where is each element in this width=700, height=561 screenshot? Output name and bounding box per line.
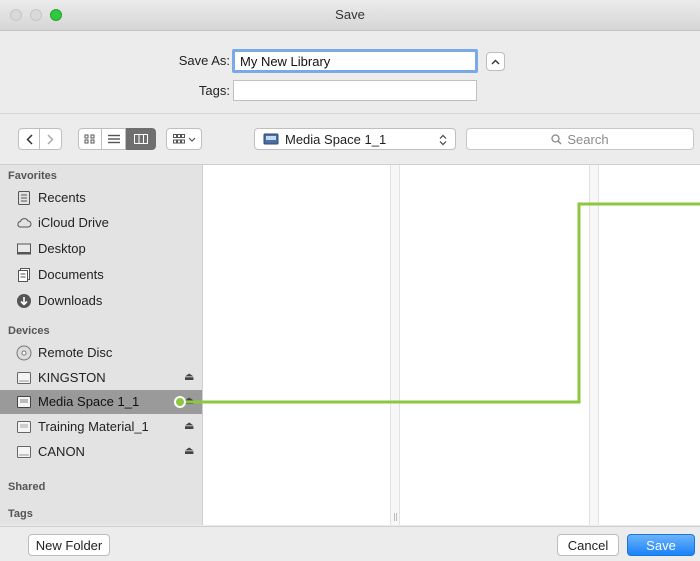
updown-arrows-icon <box>439 134 447 146</box>
title-bar: Save <box>0 0 700 31</box>
icon-view-icon <box>84 134 95 144</box>
sidebar-item-desktop[interactable]: Desktop <box>0 237 202 261</box>
list-view-button[interactable] <box>102 128 126 150</box>
sidebar-item-media-space[interactable]: Media Space 1_1 ⏏ <box>0 390 202 414</box>
eject-icon[interactable]: ⏏ <box>184 419 194 432</box>
save-as-label: Save As: <box>178 53 230 68</box>
icloud-icon <box>17 218 32 228</box>
sidebar-item-label: CANON <box>38 444 85 459</box>
sidebar-item-label: iCloud Drive <box>38 215 109 230</box>
sidebar-item-recents[interactable]: Recents <box>0 186 202 210</box>
sidebar-item-label: Documents <box>38 267 104 282</box>
column-view-button[interactable] <box>126 128 156 150</box>
sidebar-item-icloud-drive[interactable]: iCloud Drive <box>0 211 202 235</box>
drive-icon <box>17 421 31 433</box>
eject-icon[interactable]: ⏏ <box>184 444 194 457</box>
column-divider[interactable] <box>589 165 599 525</box>
disc-icon <box>16 345 32 361</box>
documents-icon <box>18 268 30 282</box>
sidebar-item-documents[interactable]: Documents <box>0 263 202 287</box>
sidebar-item-training-material[interactable]: Training Material_1 ⏏ <box>0 415 202 439</box>
back-button[interactable] <box>18 128 40 150</box>
forward-button[interactable] <box>40 128 62 150</box>
location-label: Media Space 1_1 <box>285 131 387 147</box>
sidebar-item-label: Media Space 1_1 <box>38 394 140 409</box>
column-resize-handle[interactable] <box>394 513 397 521</box>
sidebar-item-kingston[interactable]: KINGSTON ⏏ <box>0 366 202 390</box>
sidebar-item-label: Downloads <box>38 293 103 308</box>
chevron-left-icon <box>25 133 33 145</box>
eject-icon[interactable]: ⏏ <box>184 370 194 383</box>
search-field[interactable]: Search <box>466 128 694 150</box>
browser-toolbar: Media Space 1_1 Search <box>0 114 700 165</box>
browser-column-3[interactable] <box>599 165 700 525</box>
shared-header: Shared <box>8 481 46 493</box>
drive-icon <box>17 372 31 384</box>
sidebar-item-downloads[interactable]: Downloads <box>0 289 202 313</box>
sidebar-item-label: Remote Disc <box>38 345 113 360</box>
save-button[interactable]: Save <box>627 534 695 556</box>
search-placeholder: Search <box>567 131 609 147</box>
sidebar-item-label: KINGSTON <box>38 370 106 385</box>
chevron-up-icon <box>491 59 500 65</box>
sidebar-item-label: Recents <box>38 190 86 205</box>
gallery-view-icon <box>172 134 185 144</box>
desktop-icon <box>17 243 31 255</box>
save-header: Save As: Tags: <box>0 31 700 114</box>
devices-header: Devices <box>8 325 50 337</box>
sidebar-item-remote-disc[interactable]: Remote Disc <box>0 341 202 365</box>
browser-column-2[interactable] <box>400 165 589 525</box>
sidebar: Favorites Recents iCloud Drive Desktop D… <box>0 165 203 525</box>
column-divider[interactable] <box>390 165 400 525</box>
collapse-dialog-button[interactable] <box>486 52 505 71</box>
chevron-right-icon <box>47 133 54 145</box>
column-view-icon <box>133 134 148 144</box>
favorites-header: Favorites <box>8 170 57 182</box>
drive-icon <box>17 396 31 408</box>
new-folder-button[interactable]: New Folder <box>28 534 110 556</box>
sidebar-item-label: Desktop <box>38 241 86 256</box>
drive-icon <box>17 446 31 458</box>
cancel-button[interactable]: Cancel <box>557 534 619 556</box>
downloads-icon <box>17 294 31 308</box>
annotation-dot <box>174 396 186 408</box>
sidebar-item-label: Training Material_1 <box>38 419 149 434</box>
tags-header: Tags <box>8 508 33 520</box>
chevron-down-icon <box>188 137 195 142</box>
window-title: Save <box>335 7 365 22</box>
recents-icon <box>18 191 30 205</box>
list-view-icon <box>107 134 120 144</box>
gallery-view-dropdown[interactable] <box>166 128 202 150</box>
dialog-footer: New Folder Cancel Save <box>0 526 700 561</box>
tags-label: Tags: <box>198 83 230 98</box>
browser-column-1[interactable] <box>203 165 390 525</box>
sidebar-item-canon[interactable]: CANON ⏏ <box>0 440 202 464</box>
tags-input[interactable] <box>233 80 477 101</box>
location-popup[interactable]: Media Space 1_1 <box>254 128 456 150</box>
icon-view-button[interactable] <box>78 128 102 150</box>
search-icon <box>551 133 562 144</box>
save-as-input[interactable] <box>232 49 478 73</box>
drive-icon <box>263 133 279 145</box>
